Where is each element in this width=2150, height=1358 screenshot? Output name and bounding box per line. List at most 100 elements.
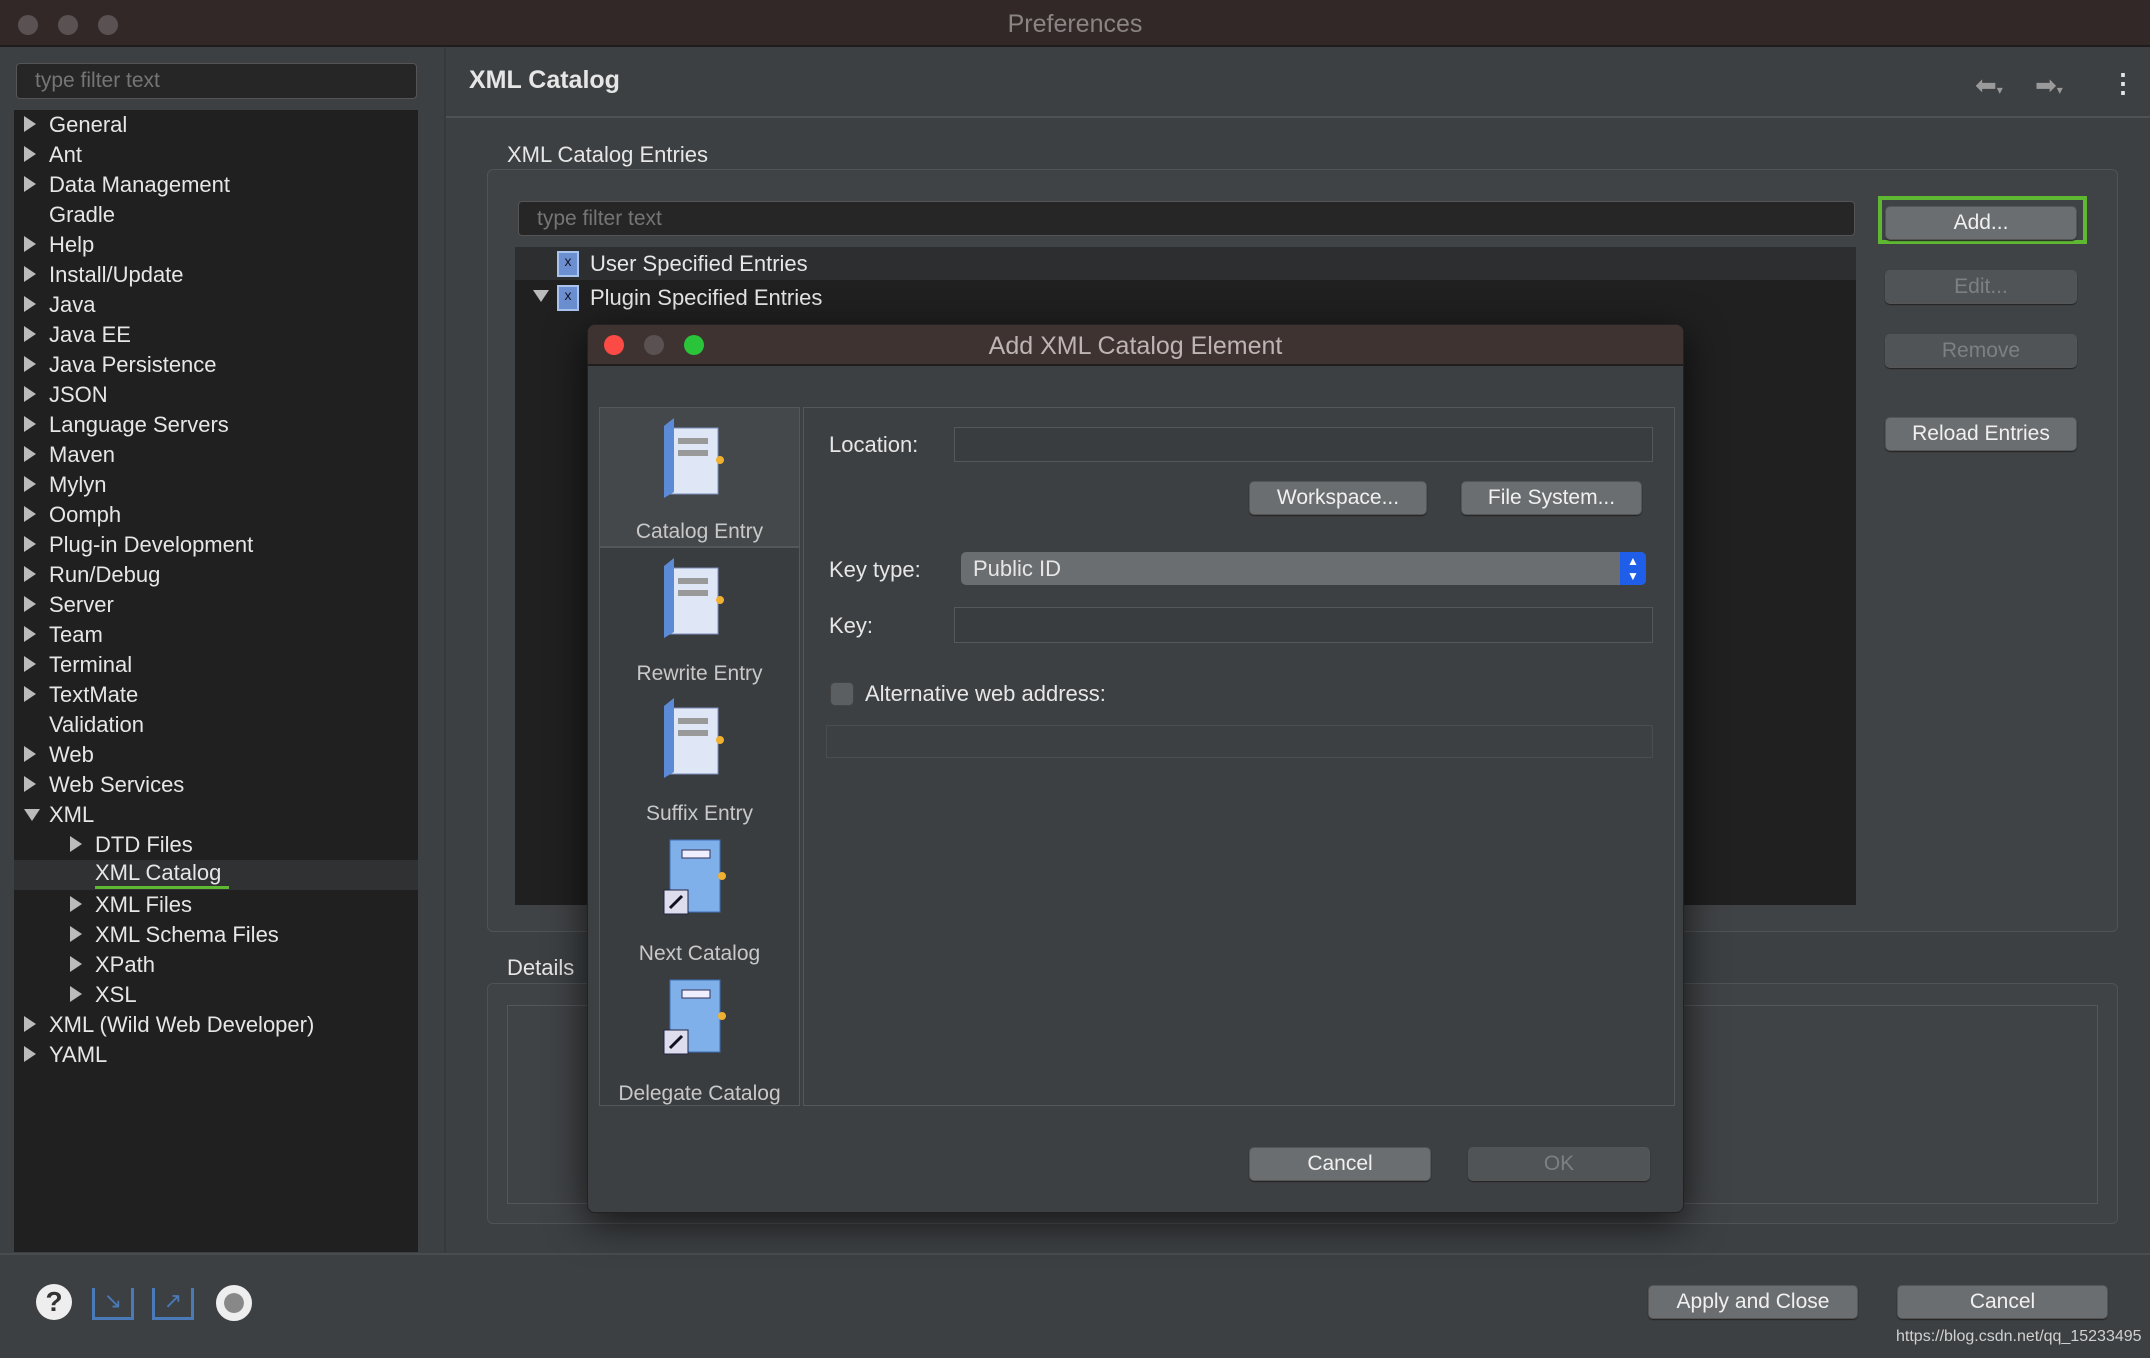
sidebar-item[interactable]: Validation (14, 710, 418, 740)
collapse-arrow-icon[interactable] (24, 536, 36, 552)
collapse-arrow-icon[interactable] (70, 926, 82, 942)
collapse-arrow-icon[interactable] (70, 956, 82, 972)
collapse-arrow-icon[interactable] (24, 1046, 36, 1062)
sidebar-item[interactable]: XML (14, 800, 418, 830)
sidebar-item-label: Team (49, 622, 103, 647)
sidebar-item[interactable]: XML (Wild Web Developer) (14, 1010, 418, 1040)
sidebar-item-label: YAML (49, 1042, 108, 1067)
collapse-arrow-icon[interactable] (70, 896, 82, 912)
dialog-ok-button[interactable]: OK (1468, 1147, 1650, 1181)
more-menu-icon[interactable]: ⋮ (2110, 68, 2136, 99)
collapse-arrow-icon[interactable] (24, 386, 36, 402)
sidebar-item[interactable]: JSON (14, 380, 418, 410)
sidebar-item[interactable]: Maven (14, 440, 418, 470)
dialog-cancel-button[interactable]: Cancel (1249, 1147, 1431, 1181)
sidebar-item[interactable]: Server (14, 590, 418, 620)
export-icon[interactable]: ↗ (152, 1288, 194, 1320)
sidebar-item[interactable]: Plug-in Development (14, 530, 418, 560)
sidebar-item[interactable]: TextMate (14, 680, 418, 710)
tree-row-plugin[interactable]: x Plugin Specified Entries (515, 281, 1856, 314)
sidebar-item[interactable]: DTD Files (14, 830, 418, 860)
type-item[interactable]: Delegate Catalog (600, 968, 799, 1108)
key-type-select[interactable]: Public ID ▲ ▼ (961, 552, 1646, 585)
reload-entries-button[interactable]: Reload Entries (1885, 417, 2077, 451)
collapse-arrow-icon[interactable] (24, 686, 36, 702)
collapse-arrow-icon[interactable] (24, 356, 36, 372)
collapse-arrow-icon[interactable] (24, 1016, 36, 1032)
collapse-arrow-icon[interactable] (70, 836, 82, 852)
collapse-arrow-icon[interactable] (24, 506, 36, 522)
type-item[interactable]: Suffix Entry (600, 688, 799, 828)
sidebar-item[interactable]: Java Persistence (14, 350, 418, 380)
sidebar-item[interactable]: Run/Debug (14, 560, 418, 590)
sidebar-item[interactable]: Install/Update (14, 260, 418, 290)
sidebar-item[interactable]: XML Files (14, 890, 418, 920)
sidebar-item[interactable]: Language Servers (14, 410, 418, 440)
sidebar-item[interactable]: General (14, 110, 418, 140)
collapse-arrow-icon[interactable] (24, 596, 36, 612)
expand-arrow-icon[interactable] (533, 290, 549, 302)
sidebar-filter-input[interactable] (16, 63, 417, 99)
workspace-button[interactable]: Workspace... (1249, 481, 1427, 515)
sidebar-item[interactable]: Mylyn (14, 470, 418, 500)
cancel-button[interactable]: Cancel (1897, 1285, 2108, 1319)
remove-button[interactable]: Remove (1885, 334, 2077, 368)
collapse-arrow-icon[interactable] (24, 626, 36, 642)
sidebar-item[interactable]: Gradle (14, 200, 418, 230)
alt-web-input[interactable] (826, 725, 1653, 758)
sidebar-item[interactable]: Java EE (14, 320, 418, 350)
sidebar-item[interactable]: Oomph (14, 500, 418, 530)
sidebar-item[interactable]: Data Management (14, 170, 418, 200)
collapse-arrow-icon[interactable] (24, 146, 36, 162)
collapse-arrow-icon[interactable] (24, 476, 36, 492)
sidebar-item-label: XPath (95, 952, 155, 977)
tree-row-user[interactable]: x User Specified Entries (515, 247, 1856, 280)
sidebar-item[interactable]: XML Catalog (14, 860, 418, 890)
element-type-list: Catalog Entry Rewrite Entry Suffix Entry Ne… (599, 407, 800, 1106)
sidebar-item[interactable]: Terminal (14, 650, 418, 680)
collapse-arrow-icon[interactable] (24, 296, 36, 312)
add-xml-catalog-dialog: Add XML Catalog Element Catalog Entry Rew… (587, 324, 1684, 1213)
collapse-arrow-icon[interactable] (24, 236, 36, 252)
sidebar-item[interactable]: XPath (14, 950, 418, 980)
collapse-arrow-icon[interactable] (24, 656, 36, 672)
sidebar-item[interactable]: YAML (14, 1040, 418, 1070)
collapse-arrow-icon[interactable] (24, 176, 36, 192)
help-icon[interactable]: ? (36, 1284, 72, 1320)
alt-web-checkbox[interactable] (830, 682, 854, 706)
collapse-arrow-icon[interactable] (24, 446, 36, 462)
sidebar-item[interactable]: Ant (14, 140, 418, 170)
sidebar-item-label: Mylyn (49, 472, 107, 497)
sidebar-item[interactable]: XML Schema Files (14, 920, 418, 950)
collapse-arrow-icon[interactable] (70, 986, 82, 1002)
entries-filter-input[interactable] (518, 201, 1855, 236)
edit-button[interactable]: Edit... (1885, 270, 2077, 304)
import-icon[interactable]: ↘ (92, 1288, 134, 1320)
sidebar-item[interactable]: Help (14, 230, 418, 260)
back-arrow-icon[interactable]: ⬅▾ (1975, 70, 2003, 101)
apply-and-close-button[interactable]: Apply and Close (1648, 1285, 1858, 1319)
sidebar-item[interactable]: Web Services (14, 770, 418, 800)
file-system-button[interactable]: File System... (1461, 481, 1642, 515)
collapse-arrow-icon[interactable] (24, 746, 36, 762)
collapse-arrow-icon[interactable] (24, 566, 36, 582)
forward-arrow-icon[interactable]: ➡▾ (2035, 70, 2063, 101)
type-item[interactable]: Rewrite Entry (600, 548, 799, 688)
collapse-arrow-icon[interactable] (24, 776, 36, 792)
key-input[interactable] (954, 607, 1653, 643)
sidebar-item[interactable]: XSL (14, 980, 418, 1010)
type-item[interactable]: Next Catalog (600, 828, 799, 968)
collapse-arrow-icon[interactable] (24, 416, 36, 432)
sidebar-item[interactable]: Java (14, 290, 418, 320)
sidebar-item-label: Run/Debug (49, 562, 161, 587)
collapse-arrow-icon[interactable] (24, 116, 36, 132)
record-icon[interactable] (216, 1285, 252, 1321)
expand-arrow-icon[interactable] (24, 809, 40, 821)
type-item[interactable]: Catalog Entry (600, 408, 799, 548)
location-input[interactable] (954, 427, 1653, 462)
sidebar-item[interactable]: Team (14, 620, 418, 650)
collapse-arrow-icon[interactable] (24, 266, 36, 282)
sidebar-item[interactable]: Web (14, 740, 418, 770)
add-button[interactable]: Add... (1885, 206, 2077, 240)
collapse-arrow-icon[interactable] (24, 326, 36, 342)
